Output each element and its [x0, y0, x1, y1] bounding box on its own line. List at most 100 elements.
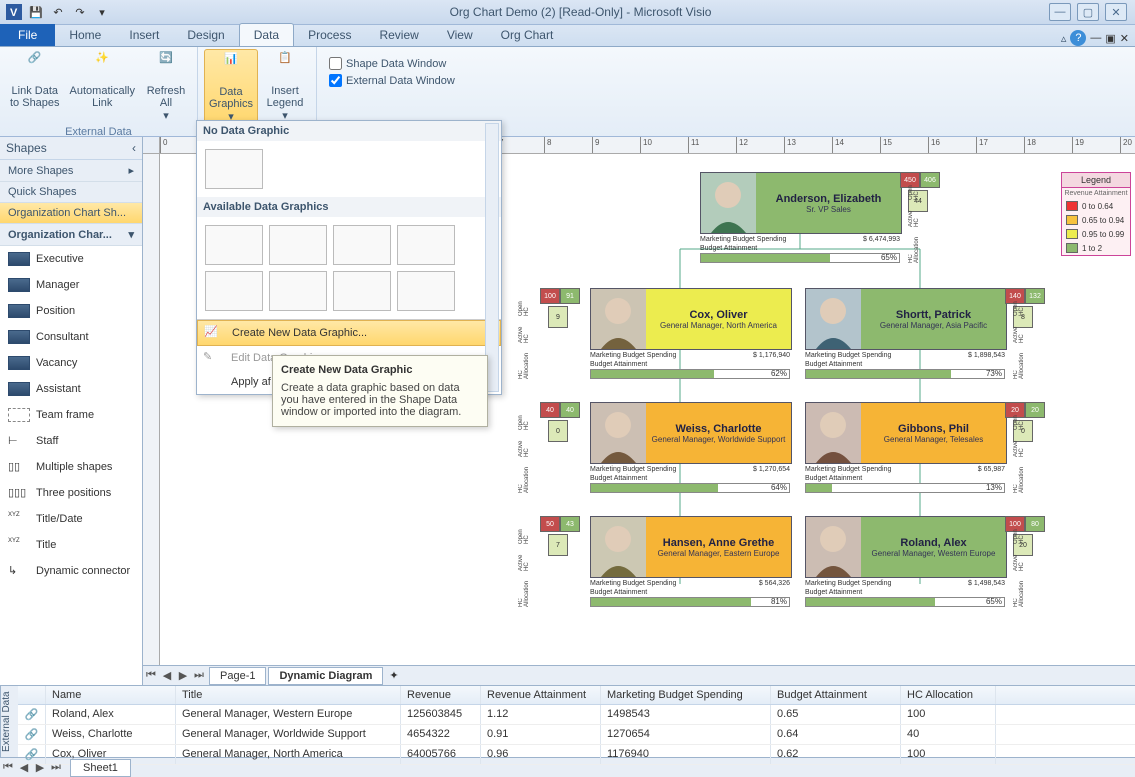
redo-icon[interactable]: ↷	[70, 2, 90, 22]
tab-file[interactable]: File	[0, 24, 55, 46]
data-graphics-button[interactable]: 📊Data Graphics▾	[204, 49, 258, 126]
shape-vacancy[interactable]: Vacancy	[0, 350, 142, 376]
dg-thumb-6[interactable]	[269, 271, 327, 311]
shape-executive[interactable]: Executive	[0, 246, 142, 272]
tab-insert[interactable]: Insert	[115, 24, 173, 46]
org-card-l2[interactable]: 40 40 0 HC AllocationActive HCOpen HC We…	[590, 402, 792, 493]
tab-orgchart[interactable]: Org Chart	[487, 24, 568, 46]
avatar	[591, 403, 646, 463]
page-last-icon[interactable]: ⏭	[191, 669, 207, 682]
stencil-active[interactable]: Organization Chart Sh...	[0, 203, 142, 224]
sheet-tab-1[interactable]: Sheet1	[70, 759, 131, 777]
ext-data-row[interactable]: 🔗Weiss, CharlotteGeneral Manager, Worldw…	[18, 725, 1135, 745]
org-card-r3[interactable]: 100 80 20 HC AllocationActive HCOpen HC …	[805, 516, 1007, 607]
tab-design[interactable]: Design	[173, 24, 238, 46]
ribbon-body: 🔗Link Data to Shapes ✨Automatically Link…	[0, 47, 1135, 137]
person-title: General Manager, Asia Pacific	[880, 321, 987, 330]
dg-thumb-3[interactable]	[333, 225, 391, 265]
dg-thumb-5[interactable]	[205, 271, 263, 311]
doc-close-icon[interactable]: ✕	[1120, 32, 1129, 45]
person-title: Sr. VP Sales	[806, 205, 851, 214]
shape-title-date[interactable]: XYZTitle/Date	[0, 506, 142, 532]
dg-thumb-none[interactable]	[205, 149, 263, 189]
shape-position[interactable]: Position	[0, 298, 142, 324]
tab-data[interactable]: Data	[239, 23, 294, 46]
shape-three-pos[interactable]: ▯▯▯Three positions	[0, 480, 142, 506]
more-shapes-row[interactable]: More Shapes▸	[0, 160, 142, 182]
collapse-icon[interactable]: ‹	[132, 141, 136, 155]
sheet-first-icon[interactable]: ⏮	[0, 761, 16, 774]
person-title: General Manager, Telesales	[884, 435, 983, 444]
org-card-r1[interactable]: 140 132 8 HC AllocationActive HCOpen HC …	[805, 288, 1007, 379]
qat-dropdown-icon[interactable]: ▾	[92, 2, 112, 22]
dg-thumb-8[interactable]	[397, 271, 455, 311]
shape-manager[interactable]: Manager	[0, 272, 142, 298]
dropdown-scrollbar[interactable]	[485, 123, 499, 392]
tab-view[interactable]: View	[433, 24, 487, 46]
shapes-header[interactable]: Shapes‹	[0, 137, 142, 160]
avatar	[701, 173, 756, 233]
stencil-sub[interactable]: Organization Char...▾	[0, 224, 142, 246]
close-button[interactable]: ✕	[1105, 3, 1127, 21]
dg-thumb-4[interactable]	[397, 225, 455, 265]
external-data-window-checkbox[interactable]: External Data Window	[329, 72, 455, 89]
page-tab-1[interactable]: Page-1	[209, 667, 266, 685]
ext-data-row[interactable]: 🔗Roland, AlexGeneral Manager, Western Eu…	[18, 705, 1135, 725]
ruler-vertical	[143, 154, 160, 665]
external-data-side-label: External Data	[0, 686, 18, 757]
page-tab-dynamic[interactable]: Dynamic Diagram	[268, 667, 383, 685]
ruler-corner	[143, 137, 160, 154]
ext-data-row[interactable]: 🔗Cox, OliverGeneral Manager, North Ameri…	[18, 745, 1135, 765]
shapes-panel: Shapes‹ More Shapes▸ Quick Shapes Organi…	[0, 137, 143, 685]
tab-review[interactable]: Review	[365, 24, 432, 46]
org-card-r2[interactable]: 20 20 0 HC AllocationActive HCOpen HC Gi…	[805, 402, 1007, 493]
person-name: Hansen, Anne Grethe	[663, 537, 774, 549]
sheet-next-icon[interactable]: ▶	[32, 761, 48, 774]
page-tab-insert-icon[interactable]: ✦	[389, 669, 398, 682]
org-card-l3[interactable]: 50 43 7 HC AllocationActive HCOpen HC Ha…	[590, 516, 792, 607]
shape-multiple[interactable]: ▯▯Multiple shapes	[0, 454, 142, 480]
org-card-l1[interactable]: 100 91 9 HC AllocationActive HCOpen HC C…	[590, 288, 792, 379]
doc-minimize-icon[interactable]: —	[1090, 32, 1101, 44]
link-data-button[interactable]: 🔗Link Data to Shapes	[6, 49, 64, 124]
tab-home[interactable]: Home	[55, 24, 115, 46]
shape-dyn-connector[interactable]: ↳Dynamic connector	[0, 558, 142, 584]
insert-legend-button[interactable]: 📋Insert Legend▾	[260, 49, 310, 126]
dg-thumb-1[interactable]	[205, 225, 263, 265]
shape-staff[interactable]: ⊢Staff	[0, 428, 142, 454]
doc-restore-icon[interactable]: ▣	[1105, 32, 1115, 45]
undo-icon[interactable]: ↶	[48, 2, 68, 22]
org-card-top[interactable]: 450 406 44 HC AllocationActive HCOpen HC…	[700, 172, 902, 263]
person-name: Anderson, Elizabeth	[776, 193, 882, 205]
tab-process[interactable]: Process	[294, 24, 365, 46]
person-name: Cox, Oliver	[689, 309, 747, 321]
minimize-button[interactable]: —	[1049, 3, 1071, 21]
page-first-icon[interactable]: ⏮	[143, 669, 159, 682]
page-prev-icon[interactable]: ◀	[159, 669, 175, 682]
shape-assistant[interactable]: Assistant	[0, 376, 142, 402]
refresh-all-button[interactable]: 🔄Refresh All▾	[141, 49, 191, 124]
person-title: General Manager, Worldwide Support	[652, 435, 786, 444]
save-icon[interactable]: 💾	[26, 2, 46, 22]
sheet-prev-icon[interactable]: ◀	[16, 761, 32, 774]
create-new-data-graphic[interactable]: 📈Create New Data Graphic...	[197, 320, 501, 346]
shape-title[interactable]: XYZTitle	[0, 532, 142, 558]
page-next-icon[interactable]: ▶	[175, 669, 191, 682]
app-icon[interactable]: V	[4, 2, 24, 22]
shape-consultant[interactable]: Consultant	[0, 324, 142, 350]
help-icon[interactable]: ?	[1070, 30, 1086, 46]
auto-link-button[interactable]: ✨Automatically Link	[66, 49, 139, 124]
data-graphics-dropdown: No Data Graphic Available Data Graphics …	[196, 120, 502, 395]
dg-thumb-2[interactable]	[269, 225, 327, 265]
sheet-last-icon[interactable]: ⏭	[48, 761, 64, 774]
shape-team-frame[interactable]: Team frame	[0, 402, 142, 428]
shape-data-window-checkbox[interactable]: Shape Data Window	[329, 55, 455, 72]
quick-shapes-row[interactable]: Quick Shapes	[0, 182, 142, 203]
svg-text:V: V	[10, 7, 18, 19]
avatar	[806, 403, 861, 463]
dg-thumb-7[interactable]	[333, 271, 391, 311]
maximize-button[interactable]: ▢	[1077, 3, 1099, 21]
person-name: Roland, Alex	[900, 537, 966, 549]
ribbon-minimize-icon[interactable]: ▵	[1061, 32, 1067, 45]
shape-list: Executive Manager Position Consultant Va…	[0, 246, 142, 685]
